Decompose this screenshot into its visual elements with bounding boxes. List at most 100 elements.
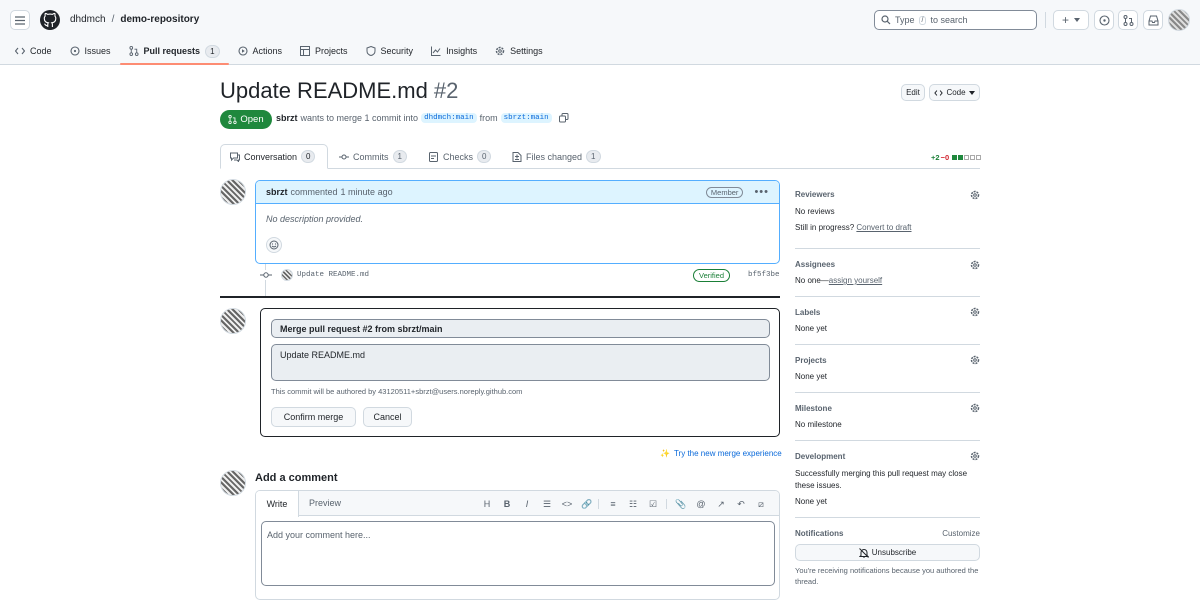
assignees-title[interactable]: Assignees [795, 260, 835, 269]
unsubscribe-button[interactable]: Unsubscribe [795, 544, 980, 561]
comment-composer-avatar[interactable] [220, 470, 246, 496]
merge-user-avatar[interactable] [220, 308, 246, 334]
commit-message[interactable]: Update README.md [297, 271, 369, 279]
code-dropdown-button[interactable]: Code [929, 84, 980, 101]
search-input[interactable]: Type / to search [874, 10, 1037, 30]
mention-icon[interactable]: @ [694, 497, 708, 511]
tab-commits[interactable]: Commits 1 [339, 150, 407, 163]
write-tab[interactable]: Write [256, 491, 299, 517]
gear-icon[interactable] [970, 260, 980, 270]
tab-projects[interactable]: Projects [291, 39, 357, 63]
hamburger-menu-button[interactable] [10, 10, 30, 30]
merge-title-input[interactable]: Merge pull request #2 from sbrzt/main [271, 319, 770, 338]
task-list-icon[interactable]: ☑ [646, 497, 660, 511]
add-comment-heading: Add a comment [255, 472, 338, 484]
tab-pull-requests[interactable]: Pull requests 1 [119, 39, 229, 65]
diffstat-square [958, 155, 964, 160]
tab-files-changed-label: Files changed [526, 151, 583, 162]
tab-actions-label: Actions [252, 46, 283, 56]
tab-settings[interactable]: Settings [486, 39, 552, 63]
member-badge: Member [705, 186, 744, 198]
create-new-button[interactable]: + [1053, 10, 1089, 30]
cross-reference-icon[interactable]: ↗ [714, 497, 728, 511]
pr-author[interactable]: sbrzt [276, 113, 298, 123]
comment-time[interactable]: 1 minute ago [341, 187, 393, 197]
new-merge-experience-link[interactable]: ✨ Try the new merge experience [660, 449, 782, 458]
gear-icon[interactable] [970, 307, 980, 317]
development-value: None yet [795, 497, 828, 506]
preview-tab[interactable]: Preview [309, 498, 341, 508]
table-icon [300, 46, 311, 56]
commit-author-avatar[interactable] [281, 269, 293, 281]
italic-icon[interactable]: I [520, 497, 534, 511]
user-avatar[interactable] [1168, 9, 1190, 31]
code-icon[interactable]: <> [560, 497, 574, 511]
tab-code[interactable]: Code [6, 39, 61, 63]
notifications-title: Notifications [795, 529, 844, 538]
labels-title[interactable]: Labels [795, 308, 820, 317]
projects-title[interactable]: Projects [795, 356, 827, 365]
verified-badge[interactable]: Verified [693, 269, 731, 282]
sidebar-notifications: Notifications Customize Unsubscribe You'… [795, 518, 980, 596]
head-branch[interactable]: sbrzt:main [500, 113, 552, 123]
quote-icon[interactable]: ☰ [540, 497, 554, 511]
heading-icon[interactable]: H [480, 497, 494, 511]
hamburger-icon [15, 15, 25, 25]
bold-icon[interactable]: B [500, 497, 514, 511]
link-icon[interactable]: 🔗 [580, 497, 594, 511]
comment-author-avatar[interactable] [220, 179, 246, 205]
tab-security[interactable]: Security [357, 39, 423, 63]
bell-slash-icon [858, 547, 869, 558]
diff-additions: +2 [931, 153, 940, 162]
format-toolbar: H B I ☰ <> 🔗 ≡ ☷ ☑ 📎 @ ↗ ↶ ⧄ [480, 497, 770, 511]
pr-number: #2 [433, 78, 459, 103]
search-suffix: to search [930, 15, 968, 25]
gear-icon[interactable] [970, 355, 980, 365]
inbox-button[interactable] [1143, 10, 1163, 30]
convert-to-draft-link[interactable]: Convert to draft [856, 223, 911, 232]
unordered-list-icon[interactable]: ☷ [626, 497, 640, 511]
labels-value: None yet [795, 324, 828, 333]
confirm-merge-button[interactable]: Confirm merge [271, 407, 356, 427]
gear-icon[interactable] [970, 403, 980, 413]
comment-options-button[interactable]: ••• [754, 186, 769, 198]
status-badge: Open [220, 110, 272, 129]
tab-issues[interactable]: Issues [61, 39, 120, 63]
gear-icon[interactable] [970, 190, 980, 200]
slash-command-icon[interactable]: ⧄ [754, 497, 768, 511]
github-logo-icon[interactable] [40, 10, 60, 30]
repo-link[interactable]: demo-repository [120, 14, 199, 25]
toolbar-divider [666, 499, 667, 509]
add-reaction-button[interactable] [266, 237, 282, 253]
ordered-list-icon[interactable]: ≡ [606, 497, 620, 511]
customize-link[interactable]: Customize [942, 529, 980, 538]
pull-request-icon [228, 115, 237, 124]
merge-body-textarea[interactable]: Update README.md [271, 344, 770, 381]
chevron-down-icon [1074, 18, 1080, 22]
projects-value: None yet [795, 372, 828, 381]
development-title[interactable]: Development [795, 452, 845, 461]
assign-yourself-link[interactable]: assign yourself [829, 276, 882, 285]
owner-link[interactable]: dhdmch [70, 14, 106, 25]
milestone-title[interactable]: Milestone [795, 404, 832, 413]
tab-actions[interactable]: Actions [229, 39, 292, 63]
pull-requests-button[interactable] [1118, 10, 1138, 30]
code-button-label: Code [946, 88, 966, 97]
gear-icon[interactable] [970, 451, 980, 461]
reviewers-title[interactable]: Reviewers [795, 190, 835, 199]
cancel-button[interactable]: Cancel [363, 407, 412, 427]
tab-conversation[interactable]: Conversation 0 [230, 150, 316, 163]
undo-icon[interactable]: ↶ [734, 497, 748, 511]
copy-icon[interactable] [558, 113, 569, 123]
attach-icon[interactable]: 📎 [674, 497, 688, 511]
comment-author[interactable]: sbrzt [266, 187, 288, 197]
tab-checks[interactable]: Checks 0 [429, 150, 492, 163]
tab-files-changed[interactable]: Files changed 1 [512, 150, 601, 163]
base-branch[interactable]: dhdmch:main [421, 113, 477, 123]
commit-sha[interactable]: bf5f3be [748, 271, 780, 279]
issues-button[interactable] [1094, 10, 1114, 30]
tab-insights[interactable]: Insights [422, 39, 486, 63]
edit-title-button[interactable]: Edit [901, 84, 925, 101]
comment-textarea[interactable]: Add your comment here... [261, 521, 775, 586]
diffstat: +2 −0 [931, 153, 982, 162]
